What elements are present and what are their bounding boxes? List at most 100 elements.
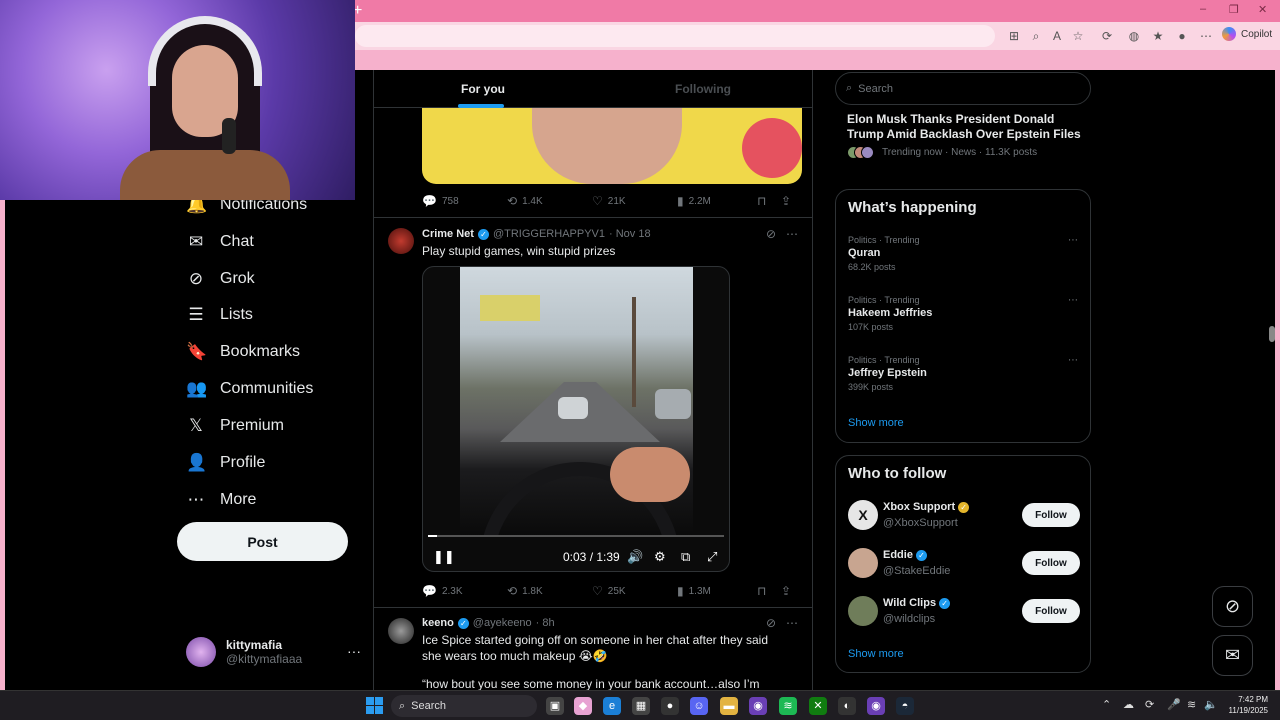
extensions-icon[interactable]: ⟳ — [1099, 28, 1115, 44]
more-icon[interactable]: ⋯ — [786, 616, 798, 630]
tweet-date[interactable]: · Nov 18 — [609, 228, 651, 240]
wifi-icon[interactable]: ≋ — [1187, 698, 1196, 711]
nav-profile[interactable]: 👤 Profile — [186, 453, 265, 473]
tweet-avatar[interactable] — [388, 618, 414, 644]
tab-for-you[interactable]: For you — [461, 82, 505, 96]
pip-icon[interactable]: ⧉ — [681, 549, 690, 565]
profile-avatar-icon[interactable]: ● — [1174, 28, 1190, 44]
windows-start-icon[interactable] — [366, 697, 383, 714]
steam-icon[interactable]: ◓ — [896, 697, 914, 715]
nav-chat[interactable]: ✉ Chat — [186, 232, 254, 252]
copilot-button[interactable]: Copilot — [1222, 27, 1272, 41]
more-icon[interactable]: ⋯ — [1068, 355, 1078, 366]
account-switcher[interactable]: kittymafia @kittymafiaaa ··· — [186, 637, 361, 667]
edge-icon[interactable]: e — [603, 697, 621, 715]
more-icon[interactable]: ⋯ — [1068, 235, 1078, 246]
app-icon[interactable]: ◆ — [574, 697, 592, 715]
file-explorer-icon[interactable]: ▬ — [720, 697, 738, 715]
favorites-icon[interactable]: ★ — [1150, 28, 1166, 44]
app-icon[interactable]: ◉ — [749, 697, 767, 715]
shield-icon[interactable]: ◍ — [1126, 28, 1142, 44]
maximize-button[interactable]: ❐ — [1229, 3, 1239, 16]
repost-button[interactable]: ⟲ 1.8K — [507, 584, 592, 598]
page-scrollbar[interactable] — [1268, 70, 1276, 688]
grok-icon[interactable]: ⊘ — [766, 616, 776, 630]
show-more-link[interactable]: Show more — [848, 417, 904, 429]
nav-communities[interactable]: 👥 Communities — [186, 379, 313, 399]
app-icon[interactable]: ◐ — [838, 697, 856, 715]
views-button[interactable]: ▮ 1.3M — [677, 584, 757, 598]
account-menu-icon[interactable]: ··· — [347, 643, 361, 659]
video-player[interactable]: ❚❚ 0:03 / 1:39 🔊 ⚙ ⧉ ⤢ — [422, 266, 730, 572]
follow-suggestion[interactable]: Eddie ✓ @StakeEddie Follow — [848, 548, 1080, 580]
trend-item[interactable]: Politics · Trending Quran 68.2K posts ⋯ — [848, 235, 1078, 272]
taskbar-clock[interactable]: 7:42 PM 11/19/2025 — [1222, 694, 1268, 716]
app-icon[interactable]: ◉ — [867, 697, 885, 715]
tab-following[interactable]: Following — [675, 82, 731, 96]
more-icon[interactable]: ⋯ — [1068, 295, 1078, 306]
task-view-icon[interactable]: ▣ — [546, 697, 564, 715]
store-icon[interactable]: ▦ — [632, 697, 650, 715]
tweet-author-name[interactable]: keeno — [422, 617, 454, 629]
search-input[interactable]: ⌕ Search — [835, 72, 1091, 105]
read-aloud-icon[interactable]: A — [1049, 28, 1065, 44]
tweet-author-handle[interactable]: @TRIGGERHAPPYV1 — [493, 228, 605, 240]
minimize-button[interactable]: – — [1200, 3, 1206, 15]
xbox-icon[interactable]: ✕ — [809, 697, 827, 715]
more-icon[interactable]: ⋯ — [786, 227, 798, 241]
share-button[interactable]: ⇪ — [781, 584, 791, 598]
sync-icon[interactable]: ⟳ — [1145, 698, 1154, 711]
follow-button[interactable]: Follow — [1022, 551, 1080, 575]
views-button[interactable]: ▮ 2.2M — [677, 194, 757, 208]
chevron-up-icon[interactable]: ⌃ — [1102, 698, 1111, 711]
close-window-button[interactable]: ✕ — [1258, 3, 1267, 16]
tweet-author-handle[interactable]: @ayekeeno — [473, 617, 532, 629]
cloud-icon[interactable]: ☁ — [1123, 698, 1134, 711]
bookmark-button[interactable]: ⊓ — [757, 194, 781, 208]
browser-menu-icon[interactable]: ⋯ — [1198, 28, 1214, 44]
spotify-icon[interactable]: ≋ — [779, 697, 797, 715]
discord-icon[interactable]: ☺ — [690, 697, 708, 715]
nav-bookmarks[interactable]: 🔖 Bookmarks — [186, 342, 300, 362]
tweet-avatar[interactable] — [388, 228, 414, 254]
nav-more[interactable]: ⋯ More — [186, 490, 257, 510]
taskbar-search[interactable]: ⌕ Search — [391, 695, 537, 717]
settings-gear-icon[interactable]: ⚙ — [654, 549, 666, 565]
repost-button[interactable]: ⟲ 1.4K — [507, 194, 592, 208]
follow-suggestion[interactable]: X Xbox Support ✓ @XboxSupport Follow — [848, 500, 1080, 532]
microphone-icon[interactable]: 🎤 — [1167, 698, 1181, 711]
app-available-icon[interactable]: ⊞ — [1006, 28, 1022, 44]
show-more-link[interactable]: Show more — [848, 648, 904, 660]
nav-grok[interactable]: ⊘ Grok — [186, 269, 255, 289]
post-image[interactable] — [422, 108, 802, 184]
trend-item[interactable]: Politics · Trending Hakeem Jeffries 107K… — [848, 295, 1078, 332]
tweet-author-name[interactable]: Crime Net — [422, 228, 474, 240]
nav-lists[interactable]: ☰ Lists — [186, 305, 253, 325]
like-button[interactable]: ♡ 25K — [592, 584, 677, 598]
pause-icon[interactable]: ❚❚ — [433, 549, 455, 565]
fullscreen-icon[interactable]: ⤢ — [707, 549, 717, 565]
post-button[interactable]: Post — [177, 522, 348, 561]
follow-button[interactable]: Follow — [1022, 599, 1080, 623]
messages-fab-icon[interactable]: ✉ — [1212, 635, 1253, 676]
address-bar[interactable] — [355, 25, 995, 47]
trend-item[interactable]: Politics · Trending Jeffrey Epstein 399K… — [848, 355, 1078, 392]
follow-button[interactable]: Follow — [1022, 503, 1080, 527]
like-button[interactable]: ♡ 21K — [592, 194, 677, 208]
grok-fab-icon[interactable]: ⊘ — [1212, 586, 1253, 627]
video-progress-bar[interactable] — [428, 535, 724, 537]
app-icon[interactable]: ● — [661, 697, 679, 715]
favorite-star-icon[interactable]: ☆ — [1070, 28, 1086, 44]
grok-icon[interactable]: ⊘ — [766, 227, 776, 241]
follow-suggestion[interactable]: Wild Clips ✓ @wildclips Follow — [848, 596, 1080, 628]
bookmark-button[interactable]: ⊓ — [757, 584, 781, 598]
reply-button[interactable]: 💬 2.3K — [422, 584, 507, 598]
tweet-date[interactable]: · 8h — [536, 617, 555, 629]
scrollbar-thumb[interactable] — [1269, 326, 1275, 342]
nav-premium[interactable]: 𝕏 Premium — [186, 416, 284, 436]
zoom-icon[interactable]: ⌕ — [1028, 28, 1044, 44]
volume-icon[interactable]: 🔊 — [627, 549, 643, 565]
share-button[interactable]: ⇪ — [781, 194, 791, 208]
volume-icon[interactable]: 🔈 — [1204, 698, 1218, 711]
reply-button[interactable]: 💬 758 — [422, 194, 507, 208]
